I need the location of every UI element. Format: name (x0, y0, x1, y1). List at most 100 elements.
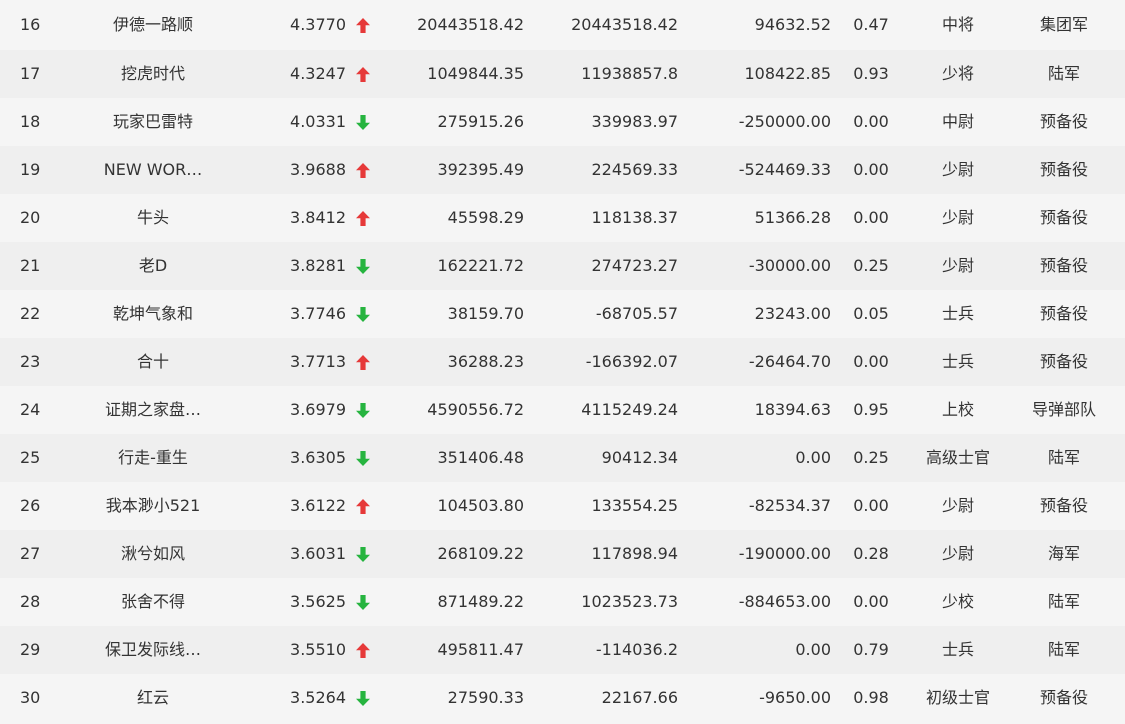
table-row[interactable]: 16 伊德一路顺 4.3770 20443518.42 20443518.42 … (0, 0, 1125, 50)
rank-cell: 16 (20, 15, 41, 34)
value3-cell: -524469.33 (738, 160, 831, 179)
table-row[interactable]: 29 保卫发际线… 3.5510 495811.47 -114036.2 0.0… (0, 626, 1125, 674)
table-row[interactable]: 18 玩家巴雷特 4.0331 275915.26 339983.97 -250… (0, 98, 1125, 146)
ratio-cell: 0.47 (853, 15, 889, 34)
branch-cell: 陆军 (1047, 448, 1080, 467)
branch-cell: 海军 (1047, 544, 1080, 563)
player-name-cell[interactable]: 我本渺小521 (93, 482, 213, 530)
table-row[interactable]: 26 我本渺小521 3.6122 104503.80 133554.25 -8… (0, 482, 1125, 530)
value3-cell: 23243.00 (754, 304, 831, 323)
player-name-cell[interactable]: 伊德一路顺 (93, 0, 213, 50)
value2-cell: -114036.2 (595, 640, 678, 659)
player-name-cell[interactable]: 合十 (93, 338, 213, 386)
value1-cell: 268109.22 (437, 544, 524, 563)
value1-cell: 392395.49 (437, 160, 524, 179)
table-row[interactable]: 22 乾坤气象和 3.7746 38159.70 -68705.57 23243… (0, 290, 1125, 338)
player-name-cell[interactable]: NEW WOR… (93, 146, 213, 194)
value2-cell: 90412.34 (601, 448, 678, 467)
rank-cell: 22 (20, 304, 41, 323)
value2-cell: 11938857.8 (581, 64, 678, 83)
score-cell: 3.9688 (290, 160, 346, 179)
player-name-cell[interactable]: 行走-重生 (93, 434, 213, 482)
ratio-cell: 0.00 (853, 496, 889, 515)
arrow-down-icon (355, 578, 371, 626)
rank-cell: 20 (20, 208, 41, 227)
table-row[interactable]: 28 张舍不得 3.5625 871489.22 1023523.73 -884… (0, 578, 1125, 626)
player-name-cell[interactable]: 红云 (93, 674, 213, 722)
table-row[interactable]: 20 牛头 3.8412 45598.29 118138.37 51366.28… (0, 194, 1125, 242)
military-rank-cell: 少尉 (941, 160, 974, 179)
value3-cell: 0.00 (795, 448, 831, 467)
score-cell: 4.3247 (290, 64, 346, 83)
arrow-up-icon (355, 626, 371, 674)
value2-cell: 133554.25 (591, 496, 678, 515)
player-name-cell[interactable]: 湫兮如风 (93, 530, 213, 578)
arrow-down-icon (355, 674, 371, 722)
arrow-up-icon (355, 338, 371, 386)
player-name-cell[interactable]: 挖虎时代 (93, 50, 213, 98)
value3-cell: 108422.85 (744, 64, 831, 83)
table-row[interactable]: 27 湫兮如风 3.6031 268109.22 117898.94 -1900… (0, 530, 1125, 578)
arrow-down-icon (355, 434, 371, 482)
rank-cell: 29 (20, 640, 41, 659)
score-cell: 3.7746 (290, 304, 346, 323)
branch-cell: 陆军 (1047, 64, 1080, 83)
branch-cell: 预备役 (1039, 496, 1088, 515)
military-rank-cell: 士兵 (941, 640, 974, 659)
arrow-down-icon (355, 98, 371, 146)
value3-cell: 0.00 (795, 640, 831, 659)
value1-cell: 27590.33 (447, 688, 524, 707)
branch-cell: 预备役 (1039, 352, 1088, 371)
arrow-down-icon (355, 242, 371, 290)
player-name-cell[interactable]: 牛头 (93, 194, 213, 242)
score-cell: 3.5510 (290, 640, 346, 659)
value1-cell: 20443518.42 (417, 15, 524, 34)
ratio-cell: 0.25 (853, 256, 889, 275)
military-rank-cell: 少尉 (941, 496, 974, 515)
player-name-cell[interactable]: 证期之家盘… (93, 386, 213, 434)
value1-cell: 38159.70 (447, 304, 524, 323)
value2-cell: -166392.07 (585, 352, 678, 371)
table-row[interactable]: 21 老D 3.8281 162221.72 274723.27 -30000.… (0, 242, 1125, 290)
player-name-cell[interactable]: 玩家巴雷特 (93, 98, 213, 146)
player-name-cell[interactable]: 老D (93, 242, 213, 290)
rank-cell: 23 (20, 352, 41, 371)
score-cell: 4.3770 (290, 15, 346, 34)
ratio-cell: 0.00 (853, 160, 889, 179)
branch-cell: 预备役 (1039, 112, 1088, 131)
military-rank-cell: 高级士官 (925, 448, 990, 467)
player-name-cell[interactable]: 乾坤气象和 (93, 290, 213, 338)
branch-cell: 预备役 (1039, 304, 1088, 323)
arrow-up-icon (355, 194, 371, 242)
table-row[interactable]: 24 证期之家盘… 3.6979 4590556.72 4115249.24 1… (0, 386, 1125, 434)
table-row[interactable]: 23 合十 3.7713 36288.23 -166392.07 -26464.… (0, 338, 1125, 386)
table-row[interactable]: 19 NEW WOR… 3.9688 392395.49 224569.33 -… (0, 146, 1125, 194)
ratio-cell: 0.98 (853, 688, 889, 707)
ratio-cell: 0.79 (853, 640, 889, 659)
table-row[interactable]: 30 红云 3.5264 27590.33 22167.66 -9650.00 … (0, 674, 1125, 722)
score-cell: 3.6122 (290, 496, 346, 515)
value2-cell: 274723.27 (591, 256, 678, 275)
branch-cell: 预备役 (1039, 256, 1088, 275)
player-name-cell[interactable]: 保卫发际线… (93, 626, 213, 674)
score-cell: 3.5625 (290, 592, 346, 611)
value1-cell: 495811.47 (437, 640, 524, 659)
rank-cell: 30 (20, 688, 41, 707)
value3-cell: -884653.00 (738, 592, 831, 611)
value1-cell: 104503.80 (437, 496, 524, 515)
value2-cell: 20443518.42 (571, 15, 678, 34)
score-cell: 3.7713 (290, 352, 346, 371)
value2-cell: 4115249.24 (581, 400, 678, 419)
table-row[interactable]: 17 挖虎时代 4.3247 1049844.35 11938857.8 108… (0, 50, 1125, 98)
value2-cell: -68705.57 (595, 304, 678, 323)
value2-cell: 1023523.73 (581, 592, 678, 611)
military-rank-cell: 少将 (941, 64, 974, 83)
ratio-cell: 0.00 (853, 208, 889, 227)
arrow-up-icon (355, 482, 371, 530)
military-rank-cell: 中尉 (941, 112, 974, 131)
ratio-cell: 0.93 (853, 64, 889, 83)
score-cell: 4.0331 (290, 112, 346, 131)
table-row[interactable]: 25 行走-重生 3.6305 351406.48 90412.34 0.00 … (0, 434, 1125, 482)
value2-cell: 224569.33 (591, 160, 678, 179)
player-name-cell[interactable]: 张舍不得 (93, 578, 213, 626)
